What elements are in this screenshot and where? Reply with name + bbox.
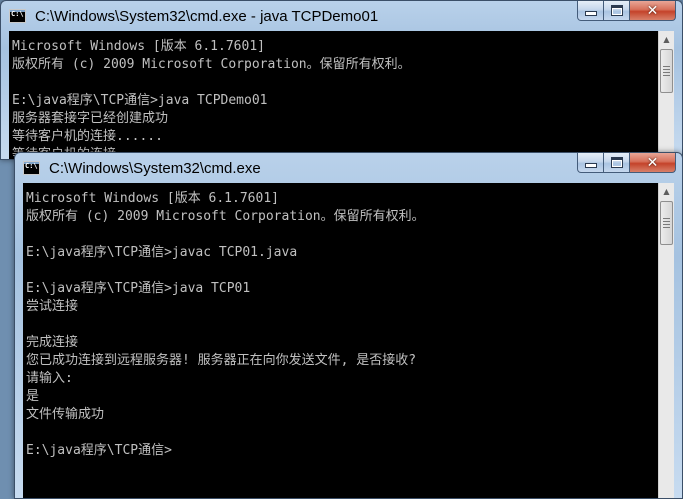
maximize-button[interactable] (604, 153, 630, 173)
close-button[interactable]: ✕ (630, 1, 676, 21)
cmd-icon-label: C:\ (25, 162, 38, 170)
cmd-window-foreground[interactable]: C:\ C:\Windows\System32\cmd.exe ✕ Micros… (14, 152, 683, 499)
console-line: 是 (26, 389, 40, 404)
console-line: Microsoft Windows [版本 6.1.7601] (26, 191, 279, 206)
cmd-app-icon[interactable]: C:\ (23, 161, 40, 175)
title-bar[interactable]: C:\ C:\Windows\System32\cmd.exe - java T… (1, 1, 682, 31)
scroll-up-arrow[interactable]: ▲ (659, 31, 674, 48)
scroll-thumb[interactable] (660, 201, 673, 245)
close-icon: ✕ (646, 2, 659, 19)
window-controls: ✕ (577, 1, 676, 21)
vertical-scrollbar[interactable]: ▲ (658, 31, 674, 159)
window-title: C:\Windows\System32\cmd.exe (49, 160, 261, 177)
console-line: E:\java程序\TCP通信>java TCP01 (26, 281, 251, 296)
cmd-icon-label: C:\ (11, 10, 24, 18)
maximize-button[interactable] (604, 1, 630, 21)
console-text: Microsoft Windows [版本 6.1.7601] 版权所有 (c)… (23, 183, 658, 460)
minimize-icon (584, 11, 597, 16)
console-line: 请输入: (26, 371, 73, 386)
vertical-scrollbar[interactable]: ▲ (658, 183, 674, 498)
console-output[interactable]: Microsoft Windows [版本 6.1.7601] 版权所有 (c)… (9, 31, 658, 159)
close-icon: ✕ (646, 154, 659, 171)
title-bar[interactable]: C:\ C:\Windows\System32\cmd.exe ✕ (15, 153, 682, 183)
close-button[interactable]: ✕ (630, 153, 676, 173)
console-line: 服务器套接字已经创建成功 (12, 111, 169, 126)
console-line: E:\java程序\TCP通信> (26, 443, 172, 458)
scroll-thumb[interactable] (660, 49, 673, 93)
console-line: Microsoft Windows [版本 6.1.7601] (12, 39, 265, 54)
minimize-icon (584, 163, 597, 168)
console-text: Microsoft Windows [版本 6.1.7601] 版权所有 (c)… (9, 31, 658, 159)
console-line: 您已成功连接到远程服务器! 服务器正在向你发送文件, 是否接收? (26, 353, 417, 368)
cmd-app-icon[interactable]: C:\ (9, 9, 26, 23)
console-line: 版权所有 (c) 2009 Microsoft Corporation。保留所有… (26, 209, 425, 224)
maximize-icon (610, 157, 623, 168)
minimize-button[interactable] (577, 153, 604, 173)
console-line: 等待客户机的连接...... (12, 129, 163, 144)
window-title: C:\Windows\System32\cmd.exe - java TCPDe… (35, 8, 379, 25)
console-output[interactable]: Microsoft Windows [版本 6.1.7601] 版权所有 (c)… (23, 183, 658, 498)
maximize-icon (610, 5, 623, 16)
console-line: 文件传输成功 (26, 407, 105, 422)
console-line: 尝试连接 (26, 299, 79, 314)
console-line: 版权所有 (c) 2009 Microsoft Corporation。保留所有… (12, 57, 411, 72)
window-controls: ✕ (577, 153, 676, 173)
console-line: E:\java程序\TCP通信>javac TCP01.java (26, 245, 298, 260)
scroll-up-arrow[interactable]: ▲ (659, 183, 674, 200)
console-line: 完成连接 (26, 335, 79, 350)
console-line: E:\java程序\TCP通信>java TCPDemo01 (12, 93, 268, 108)
minimize-button[interactable] (577, 1, 604, 21)
cmd-window-background[interactable]: C:\ C:\Windows\System32\cmd.exe - java T… (0, 0, 683, 160)
